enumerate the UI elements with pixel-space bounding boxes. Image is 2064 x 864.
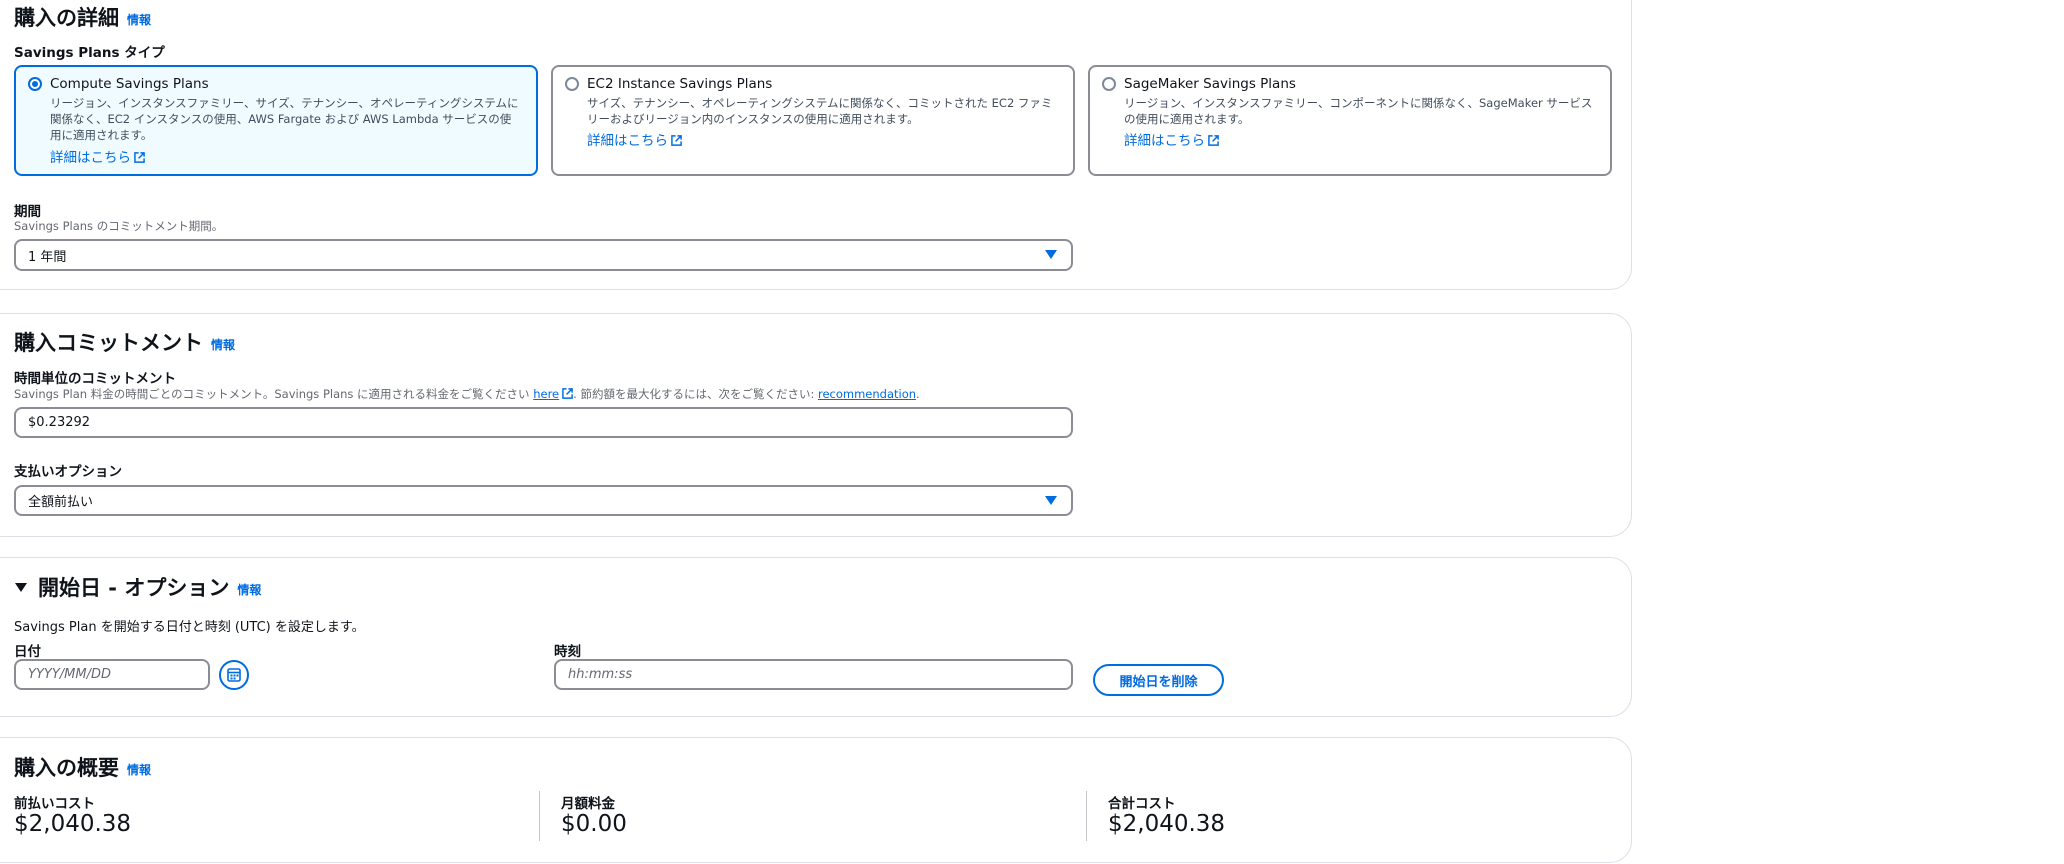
payment-option-select[interactable]: 全額前払い [14,485,1073,516]
learn-more-link[interactable]: 詳細はこちら [50,146,145,166]
start-date-description: Savings Plan を開始する日付と時刻 (UTC) を設定します。 [14,620,365,635]
date-label: 日付 [14,644,41,660]
payment-option-value: 全額前払い [28,495,94,510]
time-label: 時刻 [554,644,581,660]
plan-tile-description: リージョン、インスタンスファミリー、サイズ、テナンシー、オペレーティングシステム… [50,96,519,142]
purchase-summary-title: 購入の概要 [14,756,119,780]
monthly-fee-label: 月額料金 [561,796,615,812]
plan-tile-sagemaker[interactable]: SageMaker Savings Plans リージョン、インスタンスファミリ… [1088,65,1612,176]
term-select[interactable]: 1 年間 [14,239,1073,271]
caret-down-icon [1045,496,1057,505]
learn-more-link[interactable]: 詳細はこちら [587,129,682,149]
summary-divider [1086,791,1087,841]
payment-option-label: 支払いオプション [14,464,122,480]
upfront-cost-value: $2,040.38 [14,811,132,837]
date-input-placeholder: YYYY/MM/DD [28,667,111,682]
info-link[interactable]: 情報 [127,763,151,777]
radio-compute[interactable] [28,77,42,91]
external-link-icon [134,152,145,163]
caret-down-icon [1045,250,1057,259]
total-cost-value: $2,040.38 [1108,811,1226,837]
recommendation-link[interactable]: recommendation [818,387,916,401]
commitment-title: 購入コミットメント [14,331,203,355]
upfront-cost-label: 前払いコスト [14,796,95,812]
external-link-icon [1208,135,1219,146]
commitment-heading: 購入コミットメント 情報 [14,327,235,357]
plan-tile-title: Compute Savings Plans [50,76,209,92]
date-input[interactable]: YYYY/MM/DD [14,659,210,690]
pricing-here-label: here [533,387,560,401]
info-link[interactable]: 情報 [237,583,261,597]
purchase-details-heading: 購入の詳細 情報 [14,2,151,32]
time-input[interactable]: hh:mm:ss [554,659,1073,690]
radio-sagemaker[interactable] [1102,77,1116,91]
calendar-button[interactable] [219,660,249,690]
time-input-placeholder: hh:mm:ss [568,667,633,682]
external-link-icon [671,135,682,146]
hourly-commitment-input[interactable]: $0.23292 [14,407,1073,438]
purchase-details-title: 購入の詳細 [14,6,119,30]
purchase-summary-card [0,737,1632,863]
pricing-here-link[interactable]: here [533,387,573,401]
info-link[interactable]: 情報 [127,13,151,27]
learn-more-label: 詳細はこちら [587,133,668,149]
hourly-desc-text: Savings Plan 料金の時間ごとのコミットメント。Savings Pla… [14,387,534,401]
total-cost-label: 合計コスト [1108,796,1176,812]
plan-tile-title: EC2 Instance Savings Plans [587,76,773,92]
hourly-commitment-value: $0.23292 [28,415,91,430]
plan-tile-description: リージョン、インスタンスファミリー、コンポーネントに関係なく、SageMaker… [1124,96,1593,126]
info-link[interactable]: 情報 [211,338,235,352]
hourly-commitment-description: Savings Plan 料金の時間ごとのコミットメント。Savings Pla… [14,386,920,402]
plan-tile-compute[interactable]: Compute Savings Plans リージョン、インスタンスファミリー、… [14,65,538,176]
term-select-value: 1 年間 [28,249,67,265]
learn-more-label: 詳細はこちら [1124,133,1205,149]
calendar-icon [227,668,241,682]
summary-divider [539,791,540,841]
term-description: Savings Plans のコミットメント期間。 [14,219,224,233]
radio-ec2[interactable] [565,77,579,91]
remove-start-date-button[interactable]: 開始日を削除 [1093,664,1224,696]
learn-more-label: 詳細はこちら [50,150,131,166]
learn-more-link[interactable]: 詳細はこちら [1124,129,1219,149]
plan-tile-title: SageMaker Savings Plans [1124,76,1296,92]
hourly-desc-text-middle: . 節約額を最大化するには、次をご覧ください: [573,387,818,401]
plan-tile-description: サイズ、テナンシー、オペレーティングシステムに関係なく、コミットされた EC2 … [587,96,1053,126]
caret-down-filled-icon[interactable] [14,582,28,594]
hourly-commitment-label: 時間単位のコミットメント [14,371,176,387]
hourly-desc-text-suffix: . [916,387,920,401]
plan-tile-ec2[interactable]: EC2 Instance Savings Plans サイズ、テナンシー、オペレ… [551,65,1075,176]
purchase-summary-heading: 購入の概要 情報 [14,752,151,782]
plan-type-label: Savings Plans タイプ [14,45,165,61]
start-date-title: 開始日 - オプション [38,576,230,600]
external-link-icon [562,388,573,399]
monthly-fee-value: $0.00 [561,811,627,837]
term-label: 期間 [14,204,41,220]
start-date-heading[interactable]: 開始日 - オプション 情報 [14,572,261,602]
